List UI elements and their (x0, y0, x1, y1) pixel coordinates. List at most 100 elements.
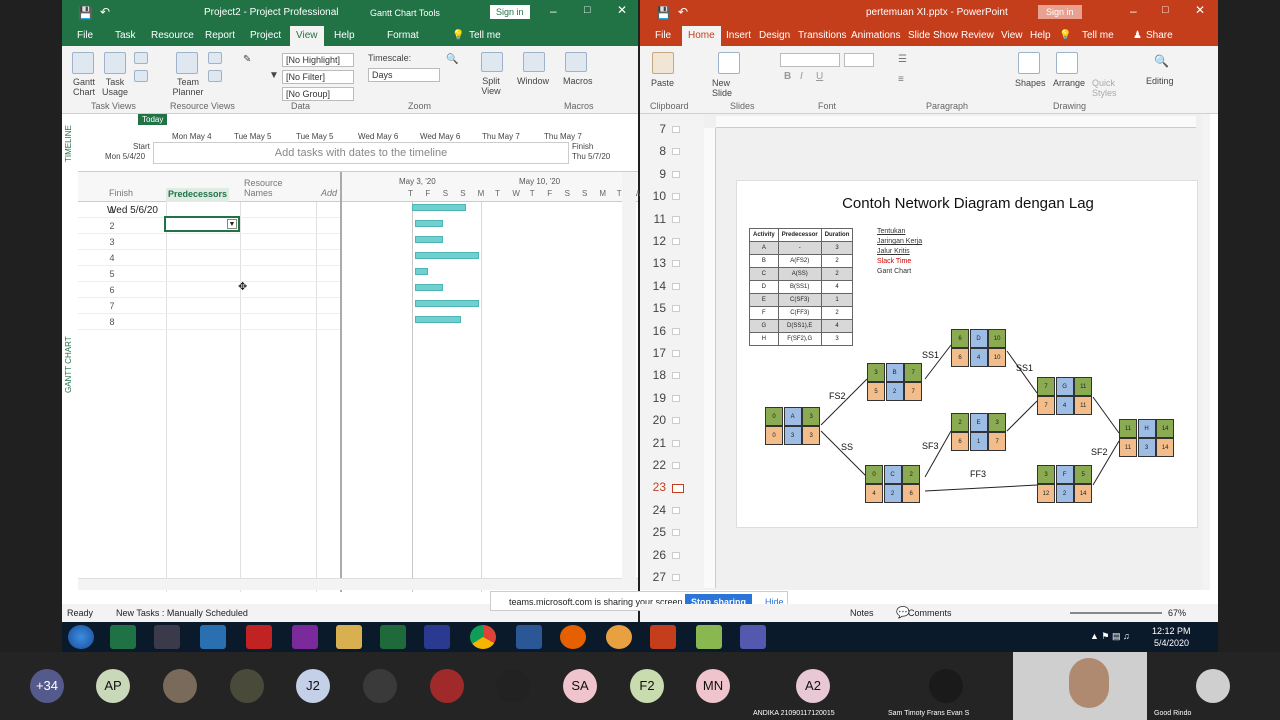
avatar[interactable] (363, 669, 397, 703)
clock-time[interactable]: 12:12 PM (1152, 626, 1191, 636)
zoom-slider[interactable] (1070, 612, 1162, 614)
slide-number[interactable]: 13 (642, 256, 666, 270)
tab-resource[interactable]: Resource (151, 30, 194, 41)
editing-button[interactable]: Editing (1146, 76, 1174, 86)
split-view-icon[interactable] (481, 52, 503, 72)
tab-view[interactable]: View (1001, 30, 1023, 41)
table-row[interactable]: 5 (78, 266, 340, 282)
slide-thumbnail[interactable] (672, 506, 680, 514)
align-icon[interactable]: ≡ (898, 74, 904, 85)
gantt-chart-icon[interactable] (72, 52, 94, 74)
gantt-bar[interactable] (415, 220, 443, 227)
tab-file[interactable]: File (655, 30, 671, 41)
slide-number[interactable]: 22 (642, 458, 666, 472)
avatar[interactable]: A2 (796, 669, 830, 703)
slide-number[interactable]: 26 (642, 548, 666, 562)
vertical-scrollbar[interactable] (1202, 114, 1210, 590)
shapes-icon[interactable] (1018, 52, 1040, 74)
undo-icon[interactable]: ↶ (678, 5, 688, 19)
zynga-icon[interactable] (246, 625, 272, 649)
undo-icon[interactable]: ↶ (100, 5, 110, 19)
bold-icon[interactable]: B (784, 71, 791, 82)
sign-in-button[interactable]: Sign in (1038, 5, 1082, 19)
slide-number[interactable]: 21 (642, 436, 666, 450)
gantt-bar[interactable] (415, 252, 479, 259)
slide-number[interactable]: 25 (642, 525, 666, 539)
avatar[interactable]: MN (696, 669, 730, 703)
highlight-select[interactable]: [No Highlight] (282, 53, 354, 67)
filter-select[interactable]: [No Filter] (282, 70, 354, 84)
tab-help[interactable]: Help (334, 30, 355, 41)
slide-number[interactable]: 24 (642, 503, 666, 517)
tab-review[interactable]: Review (961, 30, 994, 41)
minimize-icon[interactable]: – (1130, 4, 1137, 18)
slide-thumbnail[interactable] (672, 484, 684, 494)
slide-number[interactable]: 16 (642, 324, 666, 338)
tell-me-input[interactable]: Tell me (1082, 30, 1114, 41)
gantt-bar[interactable] (412, 204, 466, 211)
slide-thumbnail[interactable] (672, 529, 680, 537)
tab-design[interactable]: Design (759, 30, 790, 41)
tab-insert[interactable]: Insert (726, 30, 751, 41)
tab-home[interactable]: Home (682, 26, 721, 46)
macros-button[interactable]: Macros (563, 76, 593, 86)
close-icon[interactable]: ✕ (617, 3, 627, 17)
project-icon[interactable] (380, 625, 406, 649)
avatar[interactable] (163, 669, 197, 703)
avatar[interactable] (430, 669, 464, 703)
arrange-button[interactable]: Arrange (1053, 78, 1085, 88)
word-icon[interactable] (516, 625, 542, 649)
slide-thumbnail[interactable] (672, 148, 680, 156)
predecessor-cell-active[interactable]: ▼ (164, 216, 240, 232)
new-slide-button[interactable]: New Slide (712, 78, 752, 98)
slide-number[interactable]: 7 (642, 122, 666, 136)
gantt-chart-button[interactable]: Gantt Chart (69, 77, 99, 97)
media-player-icon[interactable] (154, 625, 180, 649)
timescale-select[interactable]: Days (368, 68, 440, 82)
slide-thumbnail[interactable] (672, 238, 680, 245)
zoom-icon[interactable]: 🔍 (446, 54, 458, 65)
slide-thumbnail[interactable] (672, 305, 680, 313)
window-button[interactable]: Window (517, 76, 549, 86)
tab-animations[interactable]: Animations (851, 30, 900, 41)
slide-thumbnail[interactable] (672, 551, 680, 559)
gantt-bar[interactable] (415, 236, 443, 243)
table-row[interactable]: 4 (78, 250, 340, 266)
slide-thumbnail[interactable] (672, 327, 680, 335)
internet-explorer-icon[interactable] (200, 625, 226, 649)
paste-icon[interactable] (652, 52, 674, 74)
avatar[interactable] (929, 669, 963, 703)
slide-thumbnail[interactable] (672, 394, 680, 402)
avatar[interactable]: +34 (30, 669, 64, 703)
font-size-select[interactable] (844, 53, 874, 67)
slide-number[interactable]: 12 (642, 234, 666, 248)
save-icon[interactable]: 💾 (78, 6, 93, 20)
avatar[interactable] (1196, 669, 1230, 703)
save-icon[interactable]: 💾 (656, 6, 671, 20)
slide-thumbnail[interactable] (672, 282, 680, 290)
comments-button[interactable]: Comments (908, 608, 952, 618)
window-icon[interactable] (523, 52, 545, 72)
macros-icon[interactable] (565, 52, 587, 72)
slide-number[interactable]: 11 (642, 212, 666, 226)
resource-sheet-icon[interactable] (208, 52, 222, 64)
slide-thumbnail[interactable] (672, 126, 680, 133)
underline-icon[interactable]: U (816, 71, 823, 82)
italic-icon[interactable]: I (800, 71, 803, 82)
shapes-button[interactable]: Shapes (1015, 78, 1046, 88)
bullets-icon[interactable]: ☰ (898, 54, 907, 65)
group-select[interactable]: [No Group] (282, 87, 354, 101)
slide-thumbnail[interactable] (672, 417, 680, 425)
tab-task[interactable]: Task (115, 30, 136, 41)
maximize-icon[interactable]: □ (1162, 4, 1169, 16)
dropdown-icon[interactable]: ▼ (227, 219, 237, 229)
tab-file[interactable]: File (77, 30, 93, 41)
slide-number[interactable]: 14 (642, 279, 666, 293)
avatar[interactable]: J2 (296, 669, 330, 703)
teams-icon[interactable] (740, 625, 766, 649)
avatar[interactable] (230, 669, 264, 703)
slide-thumbnail[interactable] (672, 439, 680, 447)
visio-icon[interactable] (424, 625, 450, 649)
vertical-scrollbar[interactable] (622, 172, 636, 590)
slide-number[interactable]: 18 (642, 368, 666, 382)
